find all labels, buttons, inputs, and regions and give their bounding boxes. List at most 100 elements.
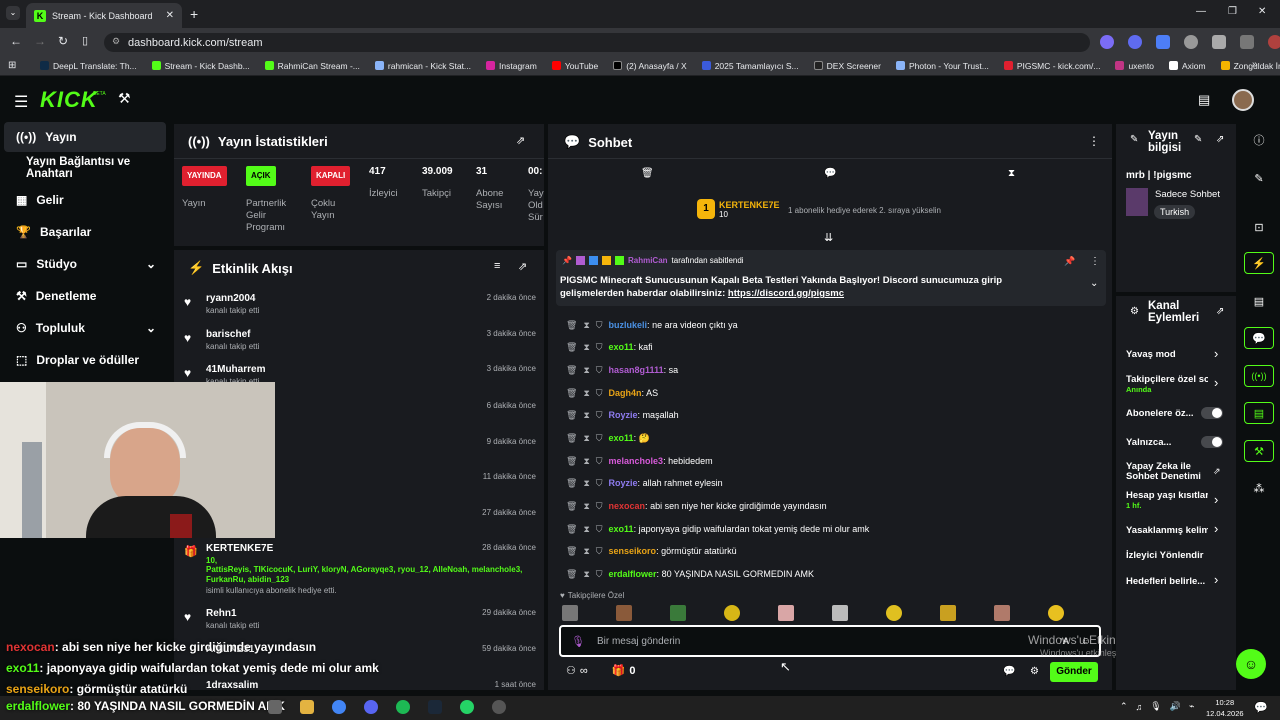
- emote-icon[interactable]: [670, 605, 686, 621]
- bookmark-item[interactable]: rahmican - Kick Stat...: [374, 61, 471, 71]
- delete-message-icon[interactable]: 🗑: [566, 569, 577, 580]
- minimize-icon[interactable]: —: [1196, 6, 1206, 17]
- popout-icon[interactable]: ⇗: [516, 134, 525, 147]
- bookmark-item[interactable]: Axiom: [1168, 61, 1206, 71]
- delete-message-icon[interactable]: 🗑: [566, 433, 577, 444]
- extensions-puzzle-icon[interactable]: [1212, 35, 1226, 49]
- task-view-icon[interactable]: [268, 700, 282, 714]
- bookmark-item[interactable]: Instagram: [486, 61, 537, 71]
- ban-shield-icon[interactable]: ⛉: [596, 456, 603, 467]
- username[interactable]: buzlukeli: [609, 320, 648, 330]
- timeout-icon[interactable]: ⧗: [583, 433, 589, 444]
- delete-message-icon[interactable]: 🗑: [566, 388, 577, 399]
- delete-message-icon[interactable]: 🗑: [566, 320, 577, 331]
- followers-only-action[interactable]: Takipçilere özel so Anında: [1126, 374, 1208, 394]
- tab-search-icon[interactable]: ⌄: [6, 6, 20, 20]
- trash-icon[interactable]: 🗑: [641, 168, 654, 179]
- username[interactable]: Royzie: [609, 410, 638, 420]
- sidebar-item-basarilar[interactable]: 🏆 Başarılar: [0, 216, 170, 248]
- delete-message-icon[interactable]: 🗑: [566, 342, 577, 353]
- hammer-icon[interactable]: ⚒: [118, 90, 131, 107]
- delete-message-icon[interactable]: 🗑: [566, 546, 577, 557]
- site-info-icon[interactable]: ⚙: [112, 36, 120, 47]
- username[interactable]: senseikoro: [609, 546, 657, 556]
- url-field[interactable]: ⚙ dashboard.kick.com/stream: [104, 33, 1090, 52]
- ban-shield-icon[interactable]: ⛉: [596, 388, 603, 399]
- bookmark-item[interactable]: RahmiCan Stream -...: [264, 61, 360, 71]
- ban-shield-icon[interactable]: ⛉: [596, 342, 603, 353]
- broadcast-icon[interactable]: ((•)): [1244, 365, 1274, 387]
- chevron-right-icon[interactable]: ›: [1214, 375, 1218, 390]
- chat-mode-icon[interactable]: 💬: [824, 168, 836, 179]
- delete-message-icon[interactable]: 🗑: [566, 365, 577, 376]
- ai-moderation-action[interactable]: Yapay Zeka ile Sohbet Denetimi: [1126, 462, 1206, 482]
- delete-message-icon[interactable]: 🗑: [566, 524, 577, 535]
- sidebar-item-denetleme[interactable]: ⚒ Denetleme: [0, 280, 170, 312]
- whatsapp-icon[interactable]: [460, 700, 474, 714]
- ban-shield-icon[interactable]: ⛉: [596, 524, 603, 535]
- apps-grid-icon[interactable]: ⊞: [8, 60, 16, 71]
- external-link-icon[interactable]: ⇗: [1213, 466, 1221, 477]
- chat-bubble-icon[interactable]: 💬: [1244, 327, 1274, 349]
- system-tray[interactable]: ⌃ ♫ 🎙 🔊 ⌁: [1120, 701, 1194, 712]
- info-icon[interactable]: ⓘ: [1244, 129, 1274, 151]
- chevron-right-icon[interactable]: ›: [1214, 346, 1218, 361]
- window-close-icon[interactable]: ✕: [1258, 6, 1266, 17]
- delete-message-icon[interactable]: 🗑: [566, 456, 577, 467]
- chevron-down-icon[interactable]: ⌄: [1090, 278, 1098, 289]
- username[interactable]: Dagh4n: [609, 388, 642, 398]
- goals-action[interactable]: Hedefleri belirle...: [1126, 576, 1208, 587]
- account-age-action[interactable]: Hesap yaşı kısıtlar 1 hf.: [1126, 490, 1208, 510]
- emote-icon[interactable]: [1048, 605, 1064, 621]
- timeout-icon[interactable]: ⧗: [583, 501, 589, 512]
- extension-3-icon[interactable]: [1156, 35, 1170, 49]
- notifications-icon[interactable]: 💬: [1254, 701, 1268, 714]
- emote-icon[interactable]: [562, 605, 578, 621]
- emote-icon[interactable]: [940, 605, 956, 621]
- emote-icon[interactable]: [724, 605, 740, 621]
- new-tab-icon[interactable]: +: [190, 6, 198, 22]
- extension-1-icon[interactable]: [1100, 35, 1114, 49]
- popout-icon[interactable]: ⇗: [1216, 134, 1224, 145]
- chevron-right-icon[interactable]: ›: [1214, 521, 1218, 536]
- ban-shield-icon[interactable]: ⛉: [596, 501, 603, 512]
- user-avatar[interactable]: [1232, 89, 1254, 111]
- chat-input[interactable]: 🎙 Bir mesaj gönderin ⁷A ☺: [559, 625, 1101, 657]
- hamburger-menu-icon[interactable]: ☰: [14, 92, 28, 112]
- discord-icon[interactable]: [364, 700, 378, 714]
- timeout-icon[interactable]: ⧗: [583, 365, 589, 376]
- sidebar-item-yayin[interactable]: ((•)) Yayın: [4, 122, 166, 152]
- bookmark-item[interactable]: Zonguldak İngilizce...: [1220, 61, 1280, 71]
- timeout-icon[interactable]: ⧗: [583, 342, 589, 353]
- ban-shield-icon[interactable]: ⛉: [596, 569, 603, 580]
- unpin-icon[interactable]: 📌: [1064, 256, 1075, 267]
- clock[interactable]: 10:28 12.04.2026: [1206, 697, 1244, 719]
- bookmark-item[interactable]: Stream - Kick Dashb...: [151, 61, 250, 71]
- forward-icon[interactable]: →: [34, 34, 46, 48]
- raid-action[interactable]: İzleyici Yönlendir: [1126, 550, 1226, 561]
- username[interactable]: nexocan: [609, 501, 646, 511]
- ban-shield-icon[interactable]: ⛉: [596, 546, 603, 557]
- username[interactable]: exo11: [609, 433, 634, 443]
- hourglass-icon[interactable]: ⧗: [1008, 168, 1015, 179]
- file-explorer-icon[interactable]: [300, 700, 314, 714]
- emote-icon[interactable]: [616, 605, 632, 621]
- emote-icon[interactable]: [994, 605, 1010, 621]
- sidebar-item-studyo[interactable]: ▭ Stüdyo ⌄: [0, 248, 170, 280]
- delete-message-icon[interactable]: 🗑: [566, 501, 577, 512]
- downloads-icon[interactable]: [1240, 35, 1254, 49]
- profile-avatar-icon[interactable]: [1268, 35, 1280, 49]
- more-bookmarks-icon[interactable]: »: [1252, 59, 1258, 70]
- timeout-icon[interactable]: ⧗: [583, 524, 589, 535]
- banned-words-action[interactable]: Yasaklanmış kelim: [1126, 525, 1208, 536]
- collapse-icon[interactable]: ⇊: [824, 231, 833, 244]
- bookmark-item[interactable]: uxento: [1115, 61, 1154, 71]
- popout-icon[interactable]: ⇗: [1216, 306, 1224, 317]
- back-icon[interactable]: ←: [10, 34, 22, 48]
- username[interactable]: Royzie: [609, 478, 638, 488]
- ban-shield-icon[interactable]: ⛉: [596, 410, 603, 421]
- bookmark-item[interactable]: PIGSMC - kick.com/...: [1003, 61, 1100, 71]
- lightning-icon[interactable]: ⚡: [1244, 252, 1274, 274]
- chevron-right-icon[interactable]: ›: [1214, 572, 1218, 587]
- timeout-icon[interactable]: ⧗: [583, 478, 589, 489]
